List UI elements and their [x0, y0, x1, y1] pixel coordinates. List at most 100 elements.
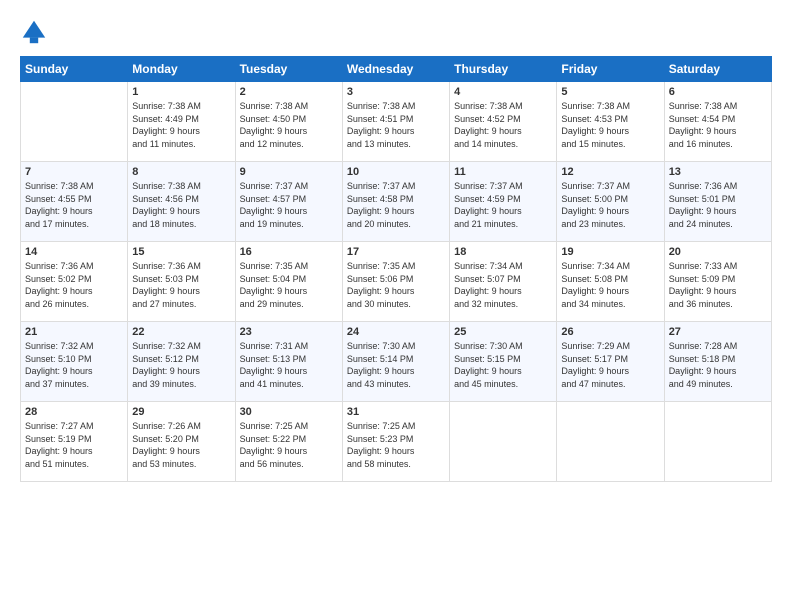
day-number: 1 [132, 86, 230, 98]
day-info: Sunrise: 7:38 AM Sunset: 4:49 PM Dayligh… [132, 100, 230, 150]
column-header-friday: Friday [557, 57, 664, 82]
day-info: Sunrise: 7:36 AM Sunset: 5:02 PM Dayligh… [25, 260, 123, 310]
day-info: Sunrise: 7:26 AM Sunset: 5:20 PM Dayligh… [132, 420, 230, 470]
column-header-sunday: Sunday [21, 57, 128, 82]
calendar-cell: 13 Sunrise: 7:36 AM Sunset: 5:01 PM Dayli… [664, 162, 771, 242]
calendar-cell: 4Sunrise: 7:38 AM Sunset: 4:52 PM Daylig… [450, 82, 557, 162]
calendar-cell: 6 Sunrise: 7:38 AM Sunset: 4:54 PM Daylig… [664, 82, 771, 162]
day-number: 22 [132, 326, 230, 338]
calendar-cell: 9 Sunrise: 7:37 AM Sunset: 4:57 PM Daylig… [235, 162, 342, 242]
day-info: Sunrise: 7:36 AM Sunset: 5:01 PM Dayligh… [669, 180, 767, 230]
column-header-tuesday: Tuesday [235, 57, 342, 82]
day-number: 28 [25, 406, 123, 418]
day-info: Sunrise: 7:38 AM Sunset: 4:53 PM Dayligh… [561, 100, 659, 150]
day-info: Sunrise: 7:30 AM Sunset: 5:14 PM Dayligh… [347, 340, 445, 390]
calendar-cell: 29 Sunrise: 7:26 AM Sunset: 5:20 PM Dayli… [128, 402, 235, 482]
day-info: Sunrise: 7:36 AM Sunset: 5:03 PM Dayligh… [132, 260, 230, 310]
calendar-cell [450, 402, 557, 482]
day-number: 27 [669, 326, 767, 338]
calendar-cell: 21 Sunrise: 7:32 AM Sunset: 5:10 PM Dayli… [21, 322, 128, 402]
calendar-header-row: SundayMondayTuesdayWednesdayThursdayFrid… [21, 57, 772, 82]
calendar-cell: 18 Sunrise: 7:34 AM Sunset: 5:07 PM Dayli… [450, 242, 557, 322]
day-number: 11 [454, 166, 552, 178]
day-number: 31 [347, 406, 445, 418]
day-number: 14 [25, 246, 123, 258]
day-number: 24 [347, 326, 445, 338]
column-header-wednesday: Wednesday [342, 57, 449, 82]
calendar-cell: 31 Sunrise: 7:25 AM Sunset: 5:23 PM Dayli… [342, 402, 449, 482]
day-info: Sunrise: 7:37 AM Sunset: 4:58 PM Dayligh… [347, 180, 445, 230]
calendar-cell: 27Sunrise: 7:28 AM Sunset: 5:18 PM Dayli… [664, 322, 771, 402]
day-number: 15 [132, 246, 230, 258]
day-info: Sunrise: 7:38 AM Sunset: 4:56 PM Dayligh… [132, 180, 230, 230]
day-info: Sunrise: 7:37 AM Sunset: 5:00 PM Dayligh… [561, 180, 659, 230]
column-header-monday: Monday [128, 57, 235, 82]
calendar-cell: 16 Sunrise: 7:35 AM Sunset: 5:04 PM Dayli… [235, 242, 342, 322]
calendar-cell: 24 Sunrise: 7:30 AM Sunset: 5:14 PM Dayli… [342, 322, 449, 402]
day-info: Sunrise: 7:34 AM Sunset: 5:08 PM Dayligh… [561, 260, 659, 310]
day-number: 13 [669, 166, 767, 178]
calendar-week-3: 21 Sunrise: 7:32 AM Sunset: 5:10 PM Dayli… [21, 322, 772, 402]
calendar-cell: 26Sunrise: 7:29 AM Sunset: 5:17 PM Dayli… [557, 322, 664, 402]
day-number: 26 [561, 326, 659, 338]
day-number: 18 [454, 246, 552, 258]
day-number: 23 [240, 326, 338, 338]
calendar-cell: 14 Sunrise: 7:36 AM Sunset: 5:02 PM Dayli… [21, 242, 128, 322]
day-info: Sunrise: 7:35 AM Sunset: 5:04 PM Dayligh… [240, 260, 338, 310]
day-info: Sunrise: 7:38 AM Sunset: 4:52 PM Dayligh… [454, 100, 552, 150]
day-number: 5 [561, 86, 659, 98]
page: SundayMondayTuesdayWednesdayThursdayFrid… [0, 0, 792, 612]
calendar-cell: 17 Sunrise: 7:35 AM Sunset: 5:06 PM Dayli… [342, 242, 449, 322]
calendar-table: SundayMondayTuesdayWednesdayThursdayFrid… [20, 56, 772, 482]
day-info: Sunrise: 7:27 AM Sunset: 5:19 PM Dayligh… [25, 420, 123, 470]
day-info: Sunrise: 7:38 AM Sunset: 4:50 PM Dayligh… [240, 100, 338, 150]
day-info: Sunrise: 7:37 AM Sunset: 4:57 PM Dayligh… [240, 180, 338, 230]
calendar-cell: 12 Sunrise: 7:37 AM Sunset: 5:00 PM Dayli… [557, 162, 664, 242]
day-info: Sunrise: 7:32 AM Sunset: 5:10 PM Dayligh… [25, 340, 123, 390]
calendar-cell [557, 402, 664, 482]
calendar-cell: 2 Sunrise: 7:38 AM Sunset: 4:50 PM Daylig… [235, 82, 342, 162]
day-info: Sunrise: 7:38 AM Sunset: 4:54 PM Dayligh… [669, 100, 767, 150]
calendar-cell [21, 82, 128, 162]
day-number: 8 [132, 166, 230, 178]
day-info: Sunrise: 7:31 AM Sunset: 5:13 PM Dayligh… [240, 340, 338, 390]
day-number: 25 [454, 326, 552, 338]
day-number: 9 [240, 166, 338, 178]
day-number: 10 [347, 166, 445, 178]
calendar-cell: 10 Sunrise: 7:37 AM Sunset: 4:58 PM Dayli… [342, 162, 449, 242]
calendar-cell [664, 402, 771, 482]
calendar-cell: 5 Sunrise: 7:38 AM Sunset: 4:53 PM Daylig… [557, 82, 664, 162]
column-header-saturday: Saturday [664, 57, 771, 82]
calendar-week-0: 1 Sunrise: 7:38 AM Sunset: 4:49 PM Daylig… [21, 82, 772, 162]
calendar-cell: 11 Sunrise: 7:37 AM Sunset: 4:59 PM Dayli… [450, 162, 557, 242]
day-info: Sunrise: 7:33 AM Sunset: 5:09 PM Dayligh… [669, 260, 767, 310]
day-number: 17 [347, 246, 445, 258]
day-info: Sunrise: 7:25 AM Sunset: 5:22 PM Dayligh… [240, 420, 338, 470]
calendar-cell: 28 Sunrise: 7:27 AM Sunset: 5:19 PM Dayli… [21, 402, 128, 482]
calendar-cell: 30Sunrise: 7:25 AM Sunset: 5:22 PM Dayli… [235, 402, 342, 482]
day-info: Sunrise: 7:35 AM Sunset: 5:06 PM Dayligh… [347, 260, 445, 310]
logo-icon [20, 18, 48, 46]
day-info: Sunrise: 7:25 AM Sunset: 5:23 PM Dayligh… [347, 420, 445, 470]
day-number: 12 [561, 166, 659, 178]
day-info: Sunrise: 7:34 AM Sunset: 5:07 PM Dayligh… [454, 260, 552, 310]
day-number: 21 [25, 326, 123, 338]
day-info: Sunrise: 7:38 AM Sunset: 4:51 PM Dayligh… [347, 100, 445, 150]
day-info: Sunrise: 7:30 AM Sunset: 5:15 PM Dayligh… [454, 340, 552, 390]
day-number: 2 [240, 86, 338, 98]
day-info: Sunrise: 7:37 AM Sunset: 4:59 PM Dayligh… [454, 180, 552, 230]
calendar-cell: 20Sunrise: 7:33 AM Sunset: 5:09 PM Dayli… [664, 242, 771, 322]
calendar-cell: 25 Sunrise: 7:30 AM Sunset: 5:15 PM Dayli… [450, 322, 557, 402]
column-header-thursday: Thursday [450, 57, 557, 82]
day-number: 16 [240, 246, 338, 258]
calendar-cell: 1 Sunrise: 7:38 AM Sunset: 4:49 PM Daylig… [128, 82, 235, 162]
day-number: 29 [132, 406, 230, 418]
calendar-cell: 23 Sunrise: 7:31 AM Sunset: 5:13 PM Dayli… [235, 322, 342, 402]
calendar-week-4: 28 Sunrise: 7:27 AM Sunset: 5:19 PM Dayli… [21, 402, 772, 482]
calendar-cell: 8 Sunrise: 7:38 AM Sunset: 4:56 PM Daylig… [128, 162, 235, 242]
day-number: 19 [561, 246, 659, 258]
header [20, 18, 772, 46]
calendar-cell: 7Sunrise: 7:38 AM Sunset: 4:55 PM Daylig… [21, 162, 128, 242]
calendar-week-1: 7Sunrise: 7:38 AM Sunset: 4:55 PM Daylig… [21, 162, 772, 242]
day-number: 6 [669, 86, 767, 98]
